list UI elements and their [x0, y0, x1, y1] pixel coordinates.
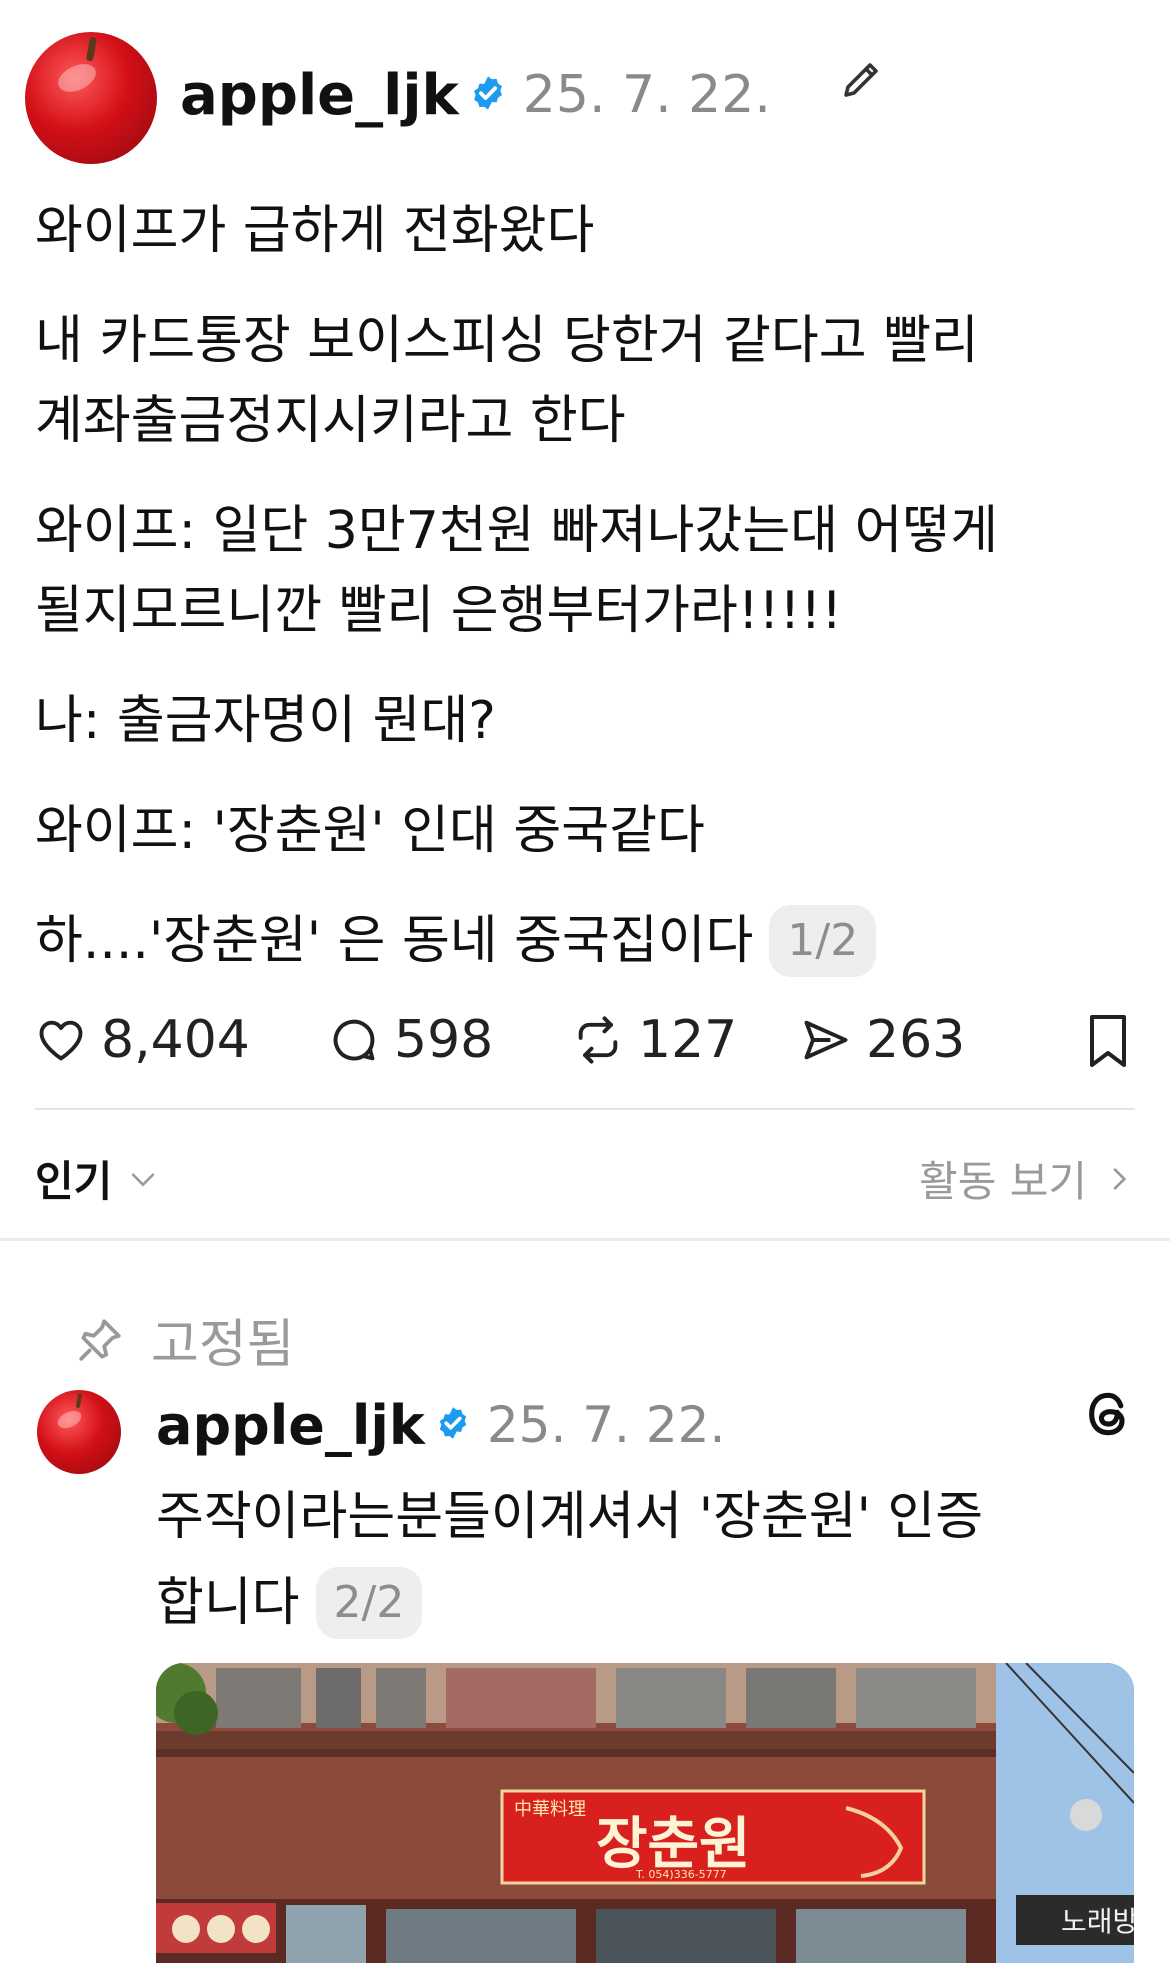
comment-count: 598 [394, 1010, 494, 1070]
repost-icon [578, 1016, 618, 1064]
reply-text-line-1: 주작이라는분들이계셔서 '장춘원' 인증 [156, 1487, 984, 1547]
post-paragraph-3a: 와이프: 일단 3만7천원 빠져나갔는대 어떻게 [35, 501, 999, 561]
reply-text-line-2-text: 합니다 [156, 1573, 300, 1633]
post-paragraph-4: 나: 출금자명이 뭔대? [35, 691, 496, 751]
post-paragraph-3b: 될지모르니깐 빨리 은행부터가라!!!!! [35, 581, 843, 641]
divider [35, 1108, 1135, 1110]
sort-dropdown[interactable]: 인기 [35, 1148, 160, 1209]
side-sign-text: 노래방 [1061, 1905, 1134, 1938]
comment-icon [333, 1019, 375, 1061]
share-button[interactable]: 263 [800, 1008, 965, 1072]
reply-author-username[interactable]: apple_ljk [156, 1394, 425, 1457]
sort-label: 인기 [35, 1157, 113, 1206]
post-paragraph-1: 와이프가 급하게 전화왔다 [35, 201, 595, 261]
chevron-right-icon [1113, 1167, 1127, 1190]
reply-date: 25. 7. 22. [486, 1396, 726, 1454]
verified-badge-icon [469, 74, 507, 116]
post-date: 25. 7. 22. [522, 65, 771, 125]
share-icon [804, 1020, 848, 1060]
post-paragraph-2b: 계좌출금정지시키라고 한다 [35, 391, 626, 451]
like-button[interactable]: 8,404 [35, 1008, 250, 1072]
pin-icon [79, 1318, 121, 1361]
edit-pencil-icon[interactable] [838, 55, 886, 103]
author-username[interactable]: apple_ljk [180, 63, 459, 128]
verified-badge-icon [435, 1405, 471, 1445]
like-count: 8,404 [101, 1010, 250, 1070]
activity-label: 활동 보기 [919, 1157, 1087, 1206]
heart-icon [39, 1020, 83, 1061]
restaurant-photo[interactable]: 中華料理 장춘원 T. 054)336-5777 노래방 [156, 1663, 1134, 1963]
comment-button[interactable]: 598 [328, 1008, 493, 1072]
share-count: 263 [866, 1010, 966, 1070]
reply-text-line-2: 합니다 2/2 [156, 1564, 423, 1642]
activity-link[interactable]: 활동 보기 [919, 1148, 1135, 1209]
post-paragraph-6: 하....'장춘원' 은 동네 중국집이다 1/2 [35, 902, 1145, 980]
post-header: apple_ljk 25. 7. 22. [180, 60, 771, 130]
reply-author-avatar[interactable] [37, 1390, 121, 1474]
post-paragraph-5: 와이프: '장춘원' 인대 중국같다 [35, 801, 705, 861]
restaurant-photo-image: 中華料理 장춘원 T. 054)336-5777 노래방 [156, 1663, 1134, 1963]
chevron-down-icon [132, 1172, 155, 1186]
pinned-label: 고정됨 [151, 1315, 295, 1375]
bookmark-icon[interactable] [1086, 1013, 1130, 1073]
pinned-indicator: 고정됨 [75, 1302, 295, 1377]
page-indicator: 1/2 [769, 905, 877, 977]
threads-logo-icon [1080, 1386, 1136, 1442]
post-paragraph-6-text: 하....'장춘원' 은 동네 중국집이다 [35, 911, 754, 971]
repost-button[interactable]: 127 [572, 1008, 737, 1072]
section-divider [0, 1238, 1170, 1241]
sign-phone: T. 054)336-5777 [635, 1868, 727, 1881]
author-avatar[interactable] [25, 32, 157, 164]
repost-count: 127 [638, 1010, 738, 1070]
sign-hanja: 中華料理 [514, 1799, 586, 1820]
reply-page-indicator: 2/2 [315, 1567, 423, 1639]
post-paragraph-2a: 내 카드통장 보이스피싱 당한거 같다고 빨리 [35, 311, 979, 371]
reply-header: apple_ljk 25. 7. 22. [156, 1392, 725, 1458]
